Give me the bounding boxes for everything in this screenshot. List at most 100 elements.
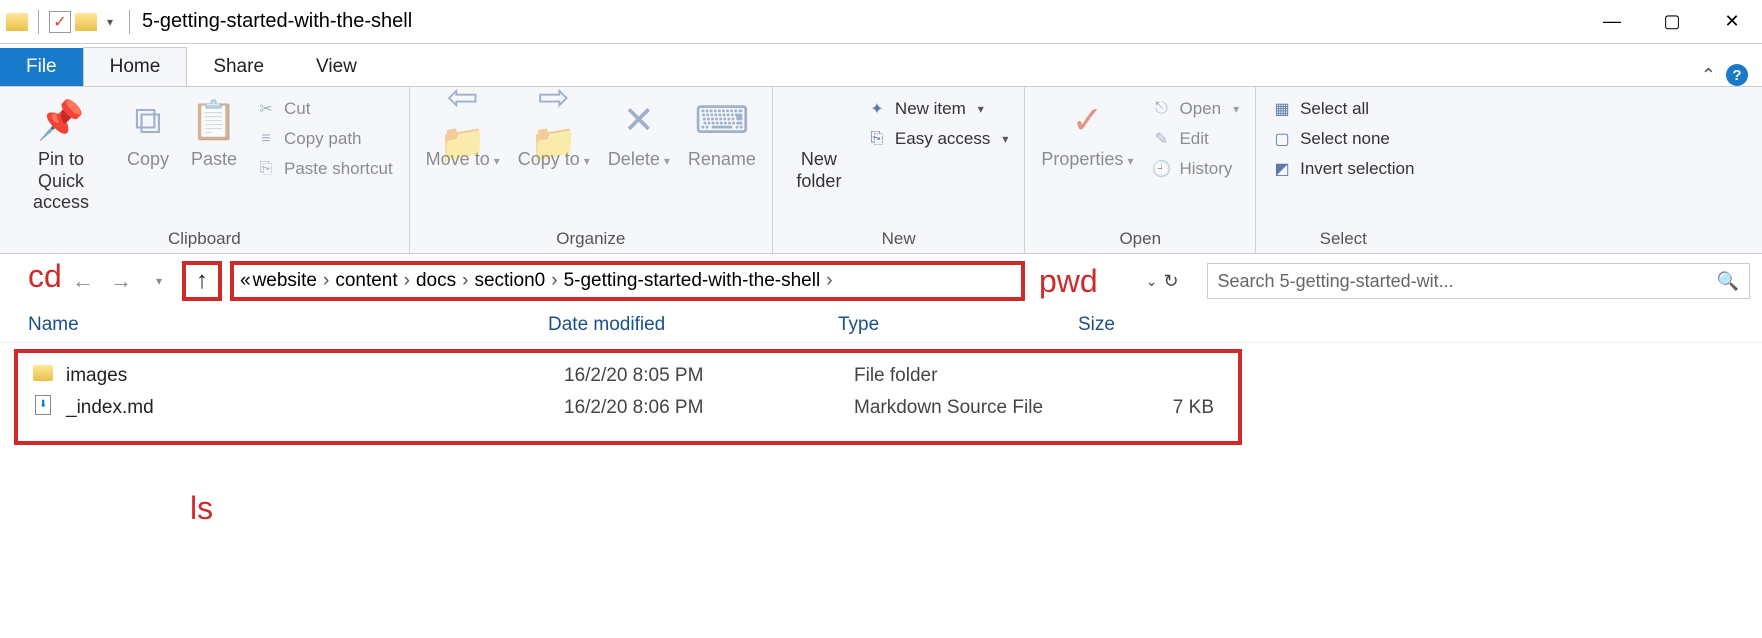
delete-icon: ✕ <box>615 99 663 145</box>
copy-path-button[interactable]: ≡ Copy path <box>250 127 399 151</box>
file-type: File folder <box>854 365 1094 387</box>
qat-dropdown[interactable]: ▾ <box>101 15 119 29</box>
overflow-chevron-icon[interactable]: « <box>240 270 251 292</box>
separator <box>129 10 130 34</box>
address-bar[interactable]: « website› content› docs› section0› 5-ge… <box>230 261 1025 301</box>
select-all-button[interactable]: ▦ Select all <box>1266 97 1420 121</box>
edit-button[interactable]: ✎ Edit <box>1145 127 1245 151</box>
tab-file[interactable]: File <box>0 48 83 86</box>
new-item-button[interactable]: ✦ New item▾ <box>861 97 1014 121</box>
cut-button[interactable]: ✂ Cut <box>250 97 399 121</box>
copy-to-label: Copy to▾ <box>518 149 590 171</box>
close-button[interactable]: ✕ <box>1702 0 1762 44</box>
folder-icon <box>30 365 56 387</box>
refresh-button[interactable]: ↻ <box>1163 271 1178 292</box>
select-all-label: Select all <box>1300 99 1369 119</box>
pin-to-quick-access-button[interactable]: 📌 Pin to Quick access <box>10 97 112 216</box>
file-date: 16/2/20 8:06 PM <box>564 397 854 419</box>
invert-label: Invert selection <box>1300 159 1414 179</box>
column-name[interactable]: Name <box>28 314 548 336</box>
easy-access-icon: ⎘ <box>867 129 887 149</box>
annotation-cd: cd <box>28 258 62 295</box>
properties-button[interactable]: ✓ Properties▾ <box>1035 97 1139 173</box>
delete-button[interactable]: ✕ Delete▾ <box>602 97 676 173</box>
history-button[interactable]: 🕘 History <box>1145 157 1245 181</box>
minimize-button[interactable]: ― <box>1582 0 1642 44</box>
help-icon[interactable]: ? <box>1726 64 1748 86</box>
open-label: Open <box>1179 99 1221 119</box>
folder-icon <box>6 13 28 31</box>
window-title: 5-getting-started-with-the-shell <box>136 10 412 33</box>
column-date[interactable]: Date modified <box>548 314 838 336</box>
select-none-button[interactable]: ▢ Select none <box>1266 127 1420 151</box>
invert-selection-button[interactable]: ◩ Invert selection <box>1266 157 1420 181</box>
rename-label: Rename <box>688 149 756 171</box>
chevron-right-icon[interactable]: › <box>458 270 472 292</box>
crumb-content[interactable]: content <box>335 270 397 292</box>
paste-label: Paste <box>191 149 237 171</box>
chevron-right-icon[interactable]: › <box>400 270 414 292</box>
file-list: images 16/2/20 8:05 PM File folder _inde… <box>14 349 1242 445</box>
copy-button[interactable]: ⧉ Copy <box>118 97 178 173</box>
move-to-icon: ⇦📁 <box>439 99 487 145</box>
recent-locations-dropdown[interactable]: ▾ <box>144 266 174 296</box>
cut-icon: ✂ <box>256 99 276 119</box>
forward-button[interactable]: → <box>106 266 136 296</box>
search-placeholder: Search 5-getting-started-wit... <box>1218 271 1454 292</box>
new-item-icon: ✦ <box>867 99 887 119</box>
tab-share[interactable]: Share <box>187 48 290 86</box>
chevron-right-icon[interactable]: › <box>319 270 333 292</box>
address-history-dropdown[interactable]: ⌄ <box>1146 273 1158 290</box>
crumb-website[interactable]: website <box>253 270 317 292</box>
file-size: 7 KB <box>1094 397 1234 419</box>
pin-icon: 📌 <box>37 99 85 145</box>
chevron-right-icon[interactable]: › <box>822 270 836 292</box>
group-new: New folder ✦ New item▾ ⎘ Easy access▾ Ne… <box>773 87 1025 253</box>
tab-home[interactable]: Home <box>83 47 188 86</box>
paste-shortcut-button[interactable]: ⎘ Paste shortcut <box>250 157 399 181</box>
group-new-title: New <box>783 225 1014 253</box>
move-to-button[interactable]: ⇦📁 Move to▾ <box>420 97 506 173</box>
group-organize: ⇦📁 Move to▾ ⇨📁 Copy to▾ ✕ Delete▾ ⌨ Rena… <box>410 87 773 253</box>
file-name: _index.md <box>66 397 564 419</box>
open-button[interactable]: ⎋ Open▾ <box>1145 97 1245 121</box>
back-button[interactable]: ← <box>68 266 98 296</box>
minimize-ribbon-icon[interactable]: ⌃ <box>1701 65 1716 86</box>
properties-check-icon[interactable]: ✓ <box>49 11 71 33</box>
maximize-button[interactable]: ▢ <box>1642 0 1702 44</box>
new-folder-button[interactable]: New folder <box>783 97 855 194</box>
file-icon <box>30 395 56 421</box>
delete-label: Delete▾ <box>608 149 670 171</box>
file-name: images <box>66 365 564 387</box>
tab-view[interactable]: View <box>290 48 383 86</box>
search-icon[interactable]: 🔍 <box>1717 271 1739 292</box>
rename-button[interactable]: ⌨ Rename <box>682 97 762 173</box>
navigation-bar: cd ← → ▾ ↑ « website› content› docs› sec… <box>0 254 1762 308</box>
crumb-section0[interactable]: section0 <box>474 270 545 292</box>
easy-access-button[interactable]: ⎘ Easy access▾ <box>861 127 1014 151</box>
rename-icon: ⌨ <box>698 99 746 145</box>
history-label: History <box>1179 159 1232 179</box>
cut-label: Cut <box>284 99 310 119</box>
column-type[interactable]: Type <box>838 314 1078 336</box>
file-date: 16/2/20 8:05 PM <box>564 365 854 387</box>
annotation-pwd: pwd <box>1039 263 1098 300</box>
copy-path-icon: ≡ <box>256 129 276 149</box>
new-folder-icon[interactable] <box>75 13 97 31</box>
up-button[interactable]: ↑ <box>182 261 222 301</box>
group-clipboard: 📌 Pin to Quick access ⧉ Copy 📋 Paste ✂ C… <box>0 87 410 253</box>
list-item[interactable]: images 16/2/20 8:05 PM File folder <box>30 361 1238 391</box>
chevron-right-icon[interactable]: › <box>547 270 561 292</box>
new-folder-icon <box>795 99 843 145</box>
select-none-label: Select none <box>1300 129 1390 149</box>
copy-to-button[interactable]: ⇨📁 Copy to▾ <box>512 97 596 173</box>
crumb-docs[interactable]: docs <box>416 270 456 292</box>
search-box[interactable]: Search 5-getting-started-wit... 🔍 <box>1207 263 1750 299</box>
separator <box>38 10 39 34</box>
group-open: ✓ Properties▾ ⎋ Open▾ ✎ Edit 🕘 History O… <box>1025 87 1256 253</box>
column-size[interactable]: Size <box>1078 314 1238 336</box>
paste-button[interactable]: 📋 Paste <box>184 97 244 173</box>
list-item[interactable]: _index.md 16/2/20 8:06 PM Markdown Sourc… <box>30 391 1238 425</box>
group-clipboard-title: Clipboard <box>10 225 399 253</box>
crumb-current[interactable]: 5-getting-started-with-the-shell <box>564 270 821 292</box>
